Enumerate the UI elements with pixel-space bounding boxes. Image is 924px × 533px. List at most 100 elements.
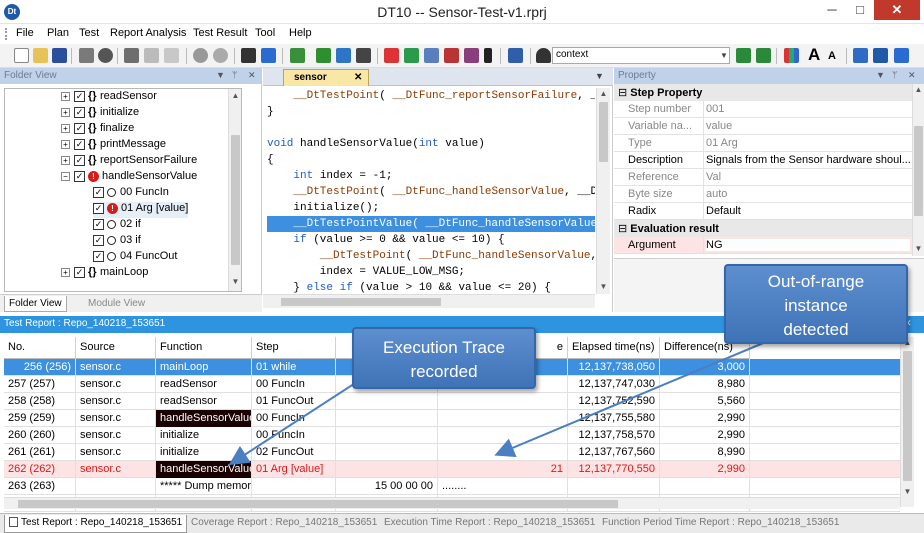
- run-icon[interactable]: [261, 48, 276, 63]
- property-value[interactable]: value: [706, 120, 910, 132]
- panel-close-icon[interactable]: ✕: [908, 70, 916, 81]
- menu-test[interactable]: Test: [79, 27, 99, 39]
- panel-pin-icon[interactable]: ᛘ: [892, 70, 897, 80]
- tree-item[interactable]: + ✓{} readSensor: [61, 90, 157, 106]
- pin-icon[interactable]: [894, 48, 909, 63]
- column-header[interactable]: Step: [252, 337, 336, 359]
- report-scrollbar[interactable]: ▲ ▼: [900, 337, 914, 507]
- property-row[interactable]: Radix Default: [614, 203, 912, 220]
- checkbox[interactable]: ✓: [74, 154, 85, 166]
- tree-item[interactable]: + ✓{} initialize: [61, 106, 139, 122]
- close-window-button[interactable]: ✕: [874, 0, 920, 20]
- property-scrollbar[interactable]: ▲ ▼: [912, 84, 924, 256]
- code-view[interactable]: __DtTestPoint( __DtFunc_reportSensorFail…: [267, 88, 595, 294]
- find-next-icon[interactable]: [736, 48, 751, 63]
- table-icon[interactable]: [290, 48, 305, 63]
- property-row[interactable]: Step number 001: [614, 101, 912, 118]
- chevron-down-icon[interactable]: ▼: [595, 71, 604, 81]
- property-value[interactable]: NG: [706, 239, 910, 251]
- align-icon[interactable]: [853, 48, 868, 63]
- column-header[interactable]: Elapsed time(ns): [568, 337, 660, 359]
- scroll-down-icon[interactable]: ▼: [902, 487, 913, 496]
- checkbox[interactable]: ✓: [74, 90, 85, 102]
- tree-item[interactable]: ✓! 01 Arg [value]: [93, 202, 189, 218]
- tools-icon[interactable]: [79, 48, 94, 63]
- refresh-icon[interactable]: [213, 48, 228, 63]
- open-folder-icon[interactable]: [33, 48, 48, 63]
- panel-close-icon[interactable]: ✕: [248, 70, 256, 81]
- menu-report-analysis[interactable]: Report Analysis: [110, 27, 186, 39]
- expand-toggle-icon[interactable]: +: [61, 267, 70, 277]
- minimize-button[interactable]: ─: [818, 0, 846, 20]
- checkbox[interactable]: ✓: [74, 138, 85, 150]
- close-icon[interactable]: ✕: [354, 72, 362, 83]
- panel-menu-icon[interactable]: ▼: [876, 70, 885, 80]
- tree-item[interactable]: ✓ 03 if: [93, 234, 141, 250]
- folder-scrollbar[interactable]: ▲ ▼: [228, 89, 241, 291]
- checkbox[interactable]: ✓: [74, 170, 85, 182]
- checkbox[interactable]: ✓: [93, 218, 104, 230]
- chevron-down-icon[interactable]: ▼: [718, 47, 730, 64]
- search-context-input[interactable]: context: [552, 47, 730, 64]
- probe-icon[interactable]: [484, 48, 492, 63]
- chart-icon[interactable]: [464, 48, 479, 63]
- tab-module-view[interactable]: Module View: [84, 296, 149, 312]
- scroll-up-icon[interactable]: ▲: [230, 91, 241, 100]
- scroll-down-icon[interactable]: ▼: [230, 277, 241, 286]
- target-icon[interactable]: [98, 48, 113, 63]
- scroll-down-icon[interactable]: ▼: [913, 244, 924, 253]
- check-icon[interactable]: [241, 48, 256, 63]
- calendar-icon[interactable]: [444, 48, 459, 63]
- table-row[interactable]: 260 (260) sensor.c initialize 00 FuncIn 12,1…: [4, 427, 900, 444]
- binoculars-icon[interactable]: [536, 48, 551, 63]
- maximize-button[interactable]: □: [846, 0, 874, 20]
- column-header[interactable]: Source: [76, 337, 156, 359]
- tab-execution-time-report[interactable]: Execution Time Report : Repo_140218_1536…: [384, 517, 595, 528]
- tab-sensor[interactable]: sensor ✕: [283, 69, 369, 86]
- tree-item[interactable]: + ✓{} mainLoop: [61, 266, 148, 282]
- property-row[interactable]: Type 01 Arg: [614, 135, 912, 152]
- copy-icon[interactable]: [144, 48, 159, 63]
- report-hscrollbar[interactable]: [4, 497, 900, 509]
- expand-toggle-icon[interactable]: +: [61, 91, 70, 101]
- checkbox[interactable]: ✓: [93, 250, 104, 262]
- help-cursor-icon[interactable]: [873, 48, 888, 63]
- new-file-icon[interactable]: [14, 48, 29, 63]
- report-list-icon[interactable]: [336, 48, 351, 63]
- font-increase-button[interactable]: A: [808, 45, 820, 65]
- hscroll-thumb[interactable]: [281, 298, 441, 306]
- menu-tool[interactable]: Tool: [255, 27, 275, 39]
- collapse-icon[interactable]: ⊟: [618, 223, 630, 235]
- property-value[interactable]: Default: [706, 205, 910, 217]
- expand-toggle-icon[interactable]: +: [61, 123, 70, 133]
- checkbox[interactable]: ✓: [74, 122, 85, 134]
- cut-icon[interactable]: [124, 48, 139, 63]
- paste-icon[interactable]: [164, 48, 179, 63]
- scroll-up-icon[interactable]: ▲: [913, 85, 924, 94]
- sort-icon[interactable]: [508, 48, 523, 63]
- menu-file[interactable]: File: [16, 27, 34, 39]
- tree-item[interactable]: + ✓{} reportSensorFailure: [61, 154, 197, 170]
- property-value[interactable]: 01 Arg: [706, 137, 910, 149]
- find-prev-icon[interactable]: [756, 48, 771, 63]
- expand-toggle-icon[interactable]: +: [61, 155, 70, 165]
- grid-icon[interactable]: [424, 48, 439, 63]
- expand-toggle-icon[interactable]: +: [61, 139, 70, 149]
- property-value[interactable]: auto: [706, 188, 910, 200]
- property-row[interactable]: Variable na... value: [614, 118, 912, 135]
- editor-scrollbar[interactable]: ▲ ▼: [596, 88, 610, 294]
- property-value[interactable]: Signals from the Sensor hardware shoul..…: [706, 154, 910, 166]
- scroll-thumb[interactable]: [231, 135, 240, 265]
- menu-help[interactable]: Help: [289, 27, 312, 39]
- tree-item[interactable]: ✓ 04 FuncOut: [93, 250, 177, 266]
- color-palette-icon[interactable]: [784, 48, 799, 63]
- checkbox[interactable]: ✓: [93, 202, 104, 214]
- checkbox[interactable]: ✓: [93, 234, 104, 246]
- tab-function-period-report[interactable]: Function Period Time Report : Repo_14021…: [602, 517, 839, 528]
- scroll-thumb[interactable]: [914, 126, 923, 216]
- step-property-category[interactable]: ⊟ Step Property: [614, 84, 912, 101]
- checkbox[interactable]: ✓: [74, 266, 85, 278]
- column-header[interactable]: Function: [156, 337, 252, 359]
- column-header[interactable]: No.: [4, 337, 76, 359]
- save-icon[interactable]: [52, 48, 67, 63]
